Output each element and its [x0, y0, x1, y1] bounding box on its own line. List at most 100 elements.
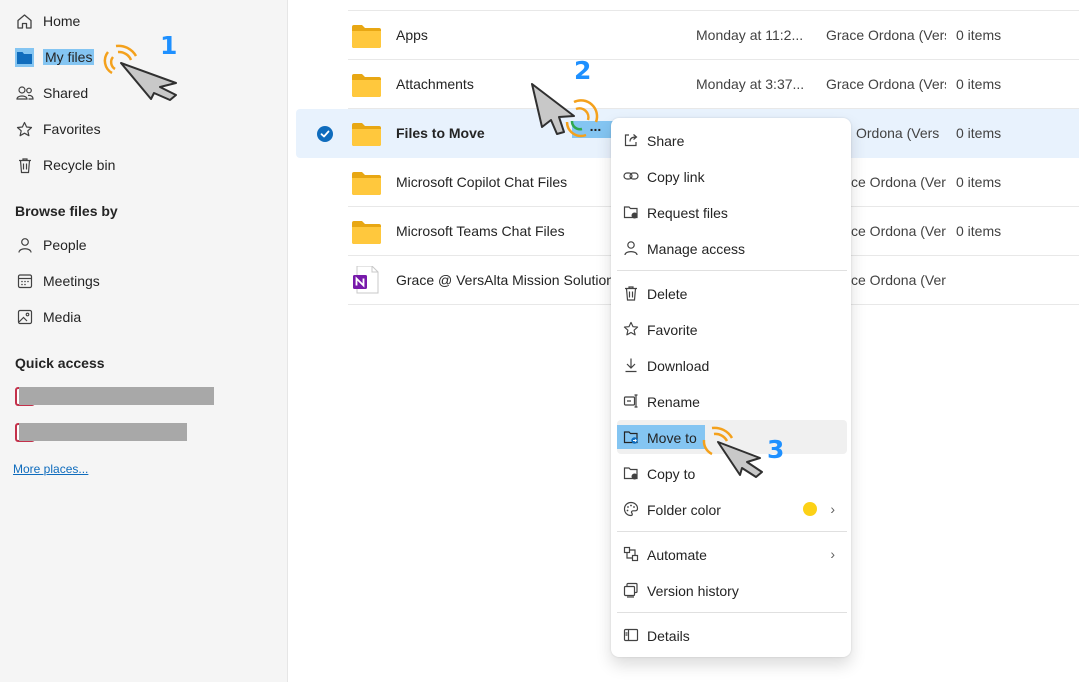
nav-people-label: People — [43, 237, 87, 253]
folder-icon — [352, 25, 381, 48]
menu-item-label: Copy link — [647, 169, 705, 185]
more-places-link[interactable]: More places... — [13, 462, 88, 476]
menu-item-label: Automate — [647, 547, 707, 563]
folder-color-swatch — [803, 502, 817, 516]
menu-divider — [617, 612, 847, 613]
file-owner: Grace Ordona (Vers — [826, 27, 946, 43]
folder-icon — [352, 123, 381, 146]
context-menu: Share Copy link Request files Manage acc… — [611, 118, 851, 657]
menu-item-folder-color[interactable]: Folder color › — [617, 492, 847, 526]
menu-divider — [617, 270, 847, 271]
move-folder-icon — [622, 428, 640, 446]
redacted-label — [19, 423, 187, 441]
menu-item-rename[interactable]: Rename — [617, 384, 847, 418]
nav-my-files[interactable]: My files — [15, 45, 95, 69]
file-owner: ce Ordona (Vers — [851, 174, 946, 190]
file-name[interactable]: Attachments — [396, 76, 474, 92]
file-count: 0 items — [956, 76, 1002, 92]
menu-item-label: Manage access — [647, 241, 746, 257]
trash-icon — [15, 156, 34, 175]
history-icon — [622, 581, 640, 599]
menu-item-request-files[interactable]: Request files — [617, 195, 847, 229]
menu-item-label: Version history — [647, 583, 739, 599]
folder-icon — [352, 172, 381, 195]
file-name[interactable]: Microsoft Teams Chat Files — [396, 223, 565, 239]
rename-icon — [622, 392, 640, 410]
menu-item-copy-link[interactable]: Copy link — [617, 159, 847, 193]
nav-people[interactable]: People — [15, 233, 87, 257]
file-name[interactable]: Microsoft Copilot Chat Files — [396, 174, 567, 190]
file-name[interactable]: Apps — [396, 27, 428, 43]
quick-access-item[interactable] — [15, 387, 215, 406]
people-icon — [15, 84, 34, 103]
nav-meetings-label: Meetings — [43, 273, 100, 289]
menu-item-share[interactable]: Share — [617, 123, 847, 157]
nav-favorites[interactable]: Favorites — [15, 117, 101, 141]
checkmark-icon[interactable] — [317, 126, 333, 142]
redacted-label — [19, 387, 214, 405]
menu-item-delete[interactable]: Delete — [617, 276, 847, 310]
menu-item-label: Move to — [647, 430, 697, 446]
browse-files-heading: Browse files by — [15, 203, 118, 219]
nav-media-label: Media — [43, 309, 82, 325]
file-owner: ce Ordona (Vers — [851, 223, 946, 239]
file-modified: Monday at 11:2... — [696, 27, 804, 43]
nav-home-label: Home — [43, 13, 81, 29]
copy-icon — [622, 464, 640, 482]
calendar-icon — [15, 272, 34, 291]
nav-meetings[interactable]: Meetings — [15, 269, 100, 293]
menu-item-automate[interactable]: Automate › — [617, 537, 847, 571]
request-files-icon — [622, 203, 640, 221]
star-icon — [15, 120, 34, 139]
menu-item-manage-access[interactable]: Manage access — [617, 231, 847, 265]
file-count: 0 items — [956, 174, 1002, 190]
menu-item-label: Favorite — [647, 322, 698, 338]
file-count: 0 items — [956, 223, 1002, 239]
automate-icon — [622, 545, 640, 563]
folder-icon — [352, 221, 381, 244]
menu-item-label: Download — [647, 358, 710, 374]
link-icon — [622, 167, 640, 185]
folder-icon — [15, 47, 34, 67]
file-count: 0 items — [956, 27, 1002, 43]
nav-my-files-label: My files — [43, 49, 95, 65]
click-indicator-2 — [530, 80, 615, 148]
menu-item-label: Details — [647, 628, 690, 644]
home-icon — [15, 12, 34, 31]
file-row[interactable]: Attachments Monday at 3:37... Grace Ordo… — [296, 60, 1079, 109]
menu-item-favorite[interactable]: Favorite — [617, 312, 847, 346]
nav-media[interactable]: Media — [15, 305, 81, 329]
step-number-1: 1 — [160, 31, 178, 60]
quick-access-item[interactable] — [15, 423, 190, 442]
file-modified: Monday at 3:37... — [696, 76, 805, 92]
nav-recycle-bin[interactable]: Recycle bin — [15, 153, 115, 177]
step-number-3: 3 — [767, 435, 785, 464]
details-icon — [622, 626, 640, 644]
file-name[interactable]: Grace @ VersAlta Mission Solutions — [396, 272, 612, 288]
chevron-right-icon: › — [830, 546, 835, 562]
trash-icon — [622, 284, 640, 302]
menu-item-label: Delete — [647, 286, 688, 302]
file-row[interactable]: Apps Monday at 11:2... Grace Ordona (Ver… — [296, 11, 1079, 60]
nav-shared[interactable]: Shared — [15, 81, 88, 105]
person-icon — [15, 236, 34, 255]
quick-access-heading: Quick access — [15, 355, 105, 371]
menu-item-label: Request files — [647, 205, 728, 221]
image-icon — [15, 308, 34, 327]
nav-home[interactable]: Home — [15, 9, 80, 33]
menu-item-details[interactable]: Details — [617, 618, 847, 652]
file-name[interactable]: Files to Move — [396, 125, 485, 141]
menu-item-download[interactable]: Download — [617, 348, 847, 382]
share-icon — [622, 131, 640, 149]
menu-item-label: Copy to — [647, 466, 696, 482]
star-icon — [622, 320, 640, 338]
onenote-icon — [353, 265, 379, 294]
menu-item-version-history[interactable]: Version history — [617, 573, 847, 607]
nav-favorites-label: Favorites — [43, 121, 101, 137]
menu-item-label: Share — [647, 133, 685, 149]
person-icon — [622, 239, 640, 257]
nav-shared-label: Shared — [43, 85, 89, 101]
file-owner: ce Ordona (Vers — [851, 272, 946, 288]
menu-divider — [617, 531, 847, 532]
chevron-right-icon: › — [830, 501, 835, 517]
